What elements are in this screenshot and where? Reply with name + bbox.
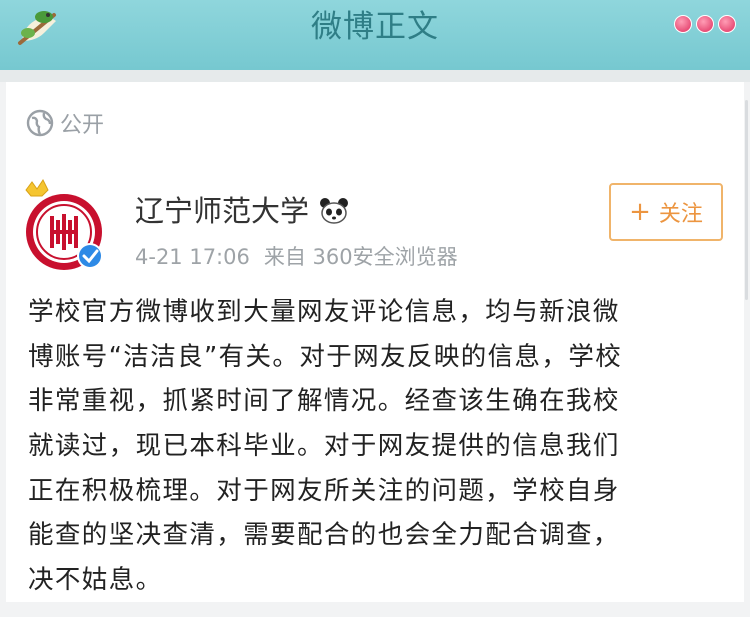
dot-icon: [696, 15, 714, 33]
panda-icon: [320, 198, 349, 224]
post-meta: 4-21 17:06 来自 360安全浏览器: [135, 243, 458, 271]
follow-button[interactable]: + 关注: [609, 183, 723, 241]
content-line: 学校官方微博收到大量网友评论信息，均与新浪微: [28, 297, 620, 327]
visibility-label: 公开: [60, 113, 105, 138]
verified-badge-icon: [77, 243, 103, 269]
post-source: 来自 360安全浏览器: [263, 245, 458, 269]
avatar[interactable]: [24, 178, 114, 278]
visibility-indicator: 公开: [26, 108, 104, 138]
more-dots-icon[interactable]: [674, 11, 736, 37]
post-time: 4-21 17:06: [135, 245, 250, 269]
top-bar: 微博正文: [0, 0, 750, 70]
crown-icon: [25, 179, 49, 197]
page-title: 微博正文: [311, 9, 439, 45]
globe-icon: [26, 109, 54, 137]
scrollbar[interactable]: [745, 100, 748, 300]
author-row: 辽宁师范大学: [135, 193, 349, 229]
dot-icon: [718, 15, 736, 33]
content-line: 正在积极梳理。对于网友所关注的问题，学校自身: [28, 475, 620, 506]
author-name[interactable]: 辽宁师范大学: [135, 193, 309, 229]
post-content: 学校官方微博收到大量网友评论信息，均与新浪微 博账号“洁洁良”有关。对于网友反映…: [28, 290, 728, 603]
plus-icon: +: [629, 197, 651, 227]
header-divider: [0, 70, 750, 82]
content-line: 决不姑息。: [28, 565, 163, 596]
content-line: 非常重视，抓紧时间了解情况。经查该生确在我校: [28, 386, 620, 417]
content-line: 就读过，现已本科毕业。对于网友提供的信息我们: [28, 431, 620, 462]
follow-label: 关注: [658, 202, 703, 227]
content-line: 能查的坚决查清，需要配合的也会全力配合调查，: [28, 520, 620, 551]
dot-icon: [674, 15, 692, 33]
content-line: 博账号“洁洁良”有关。对于网友反映的信息，学校: [28, 341, 623, 372]
